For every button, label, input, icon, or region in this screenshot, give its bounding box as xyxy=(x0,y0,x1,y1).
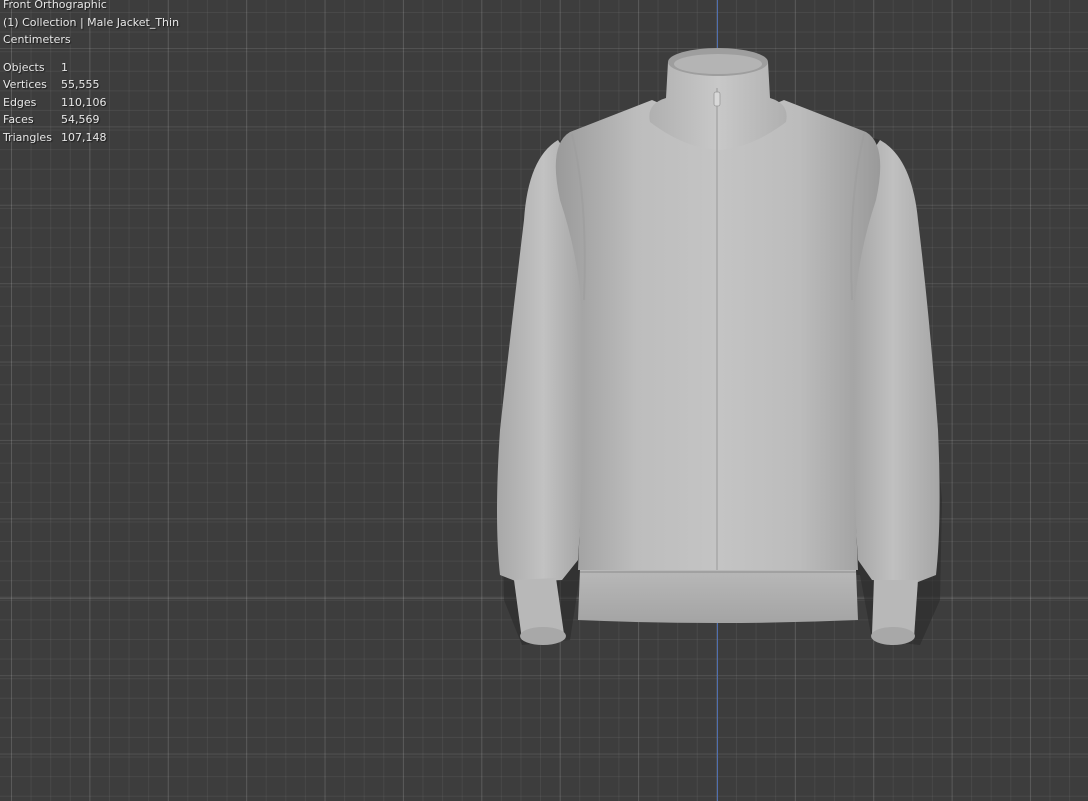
stat-label: Faces xyxy=(3,113,34,126)
view-name: Front Orthographic xyxy=(3,0,107,11)
left-cuff-opening xyxy=(520,627,566,645)
stat-value: 1 xyxy=(61,60,68,74)
stat-value: 54,569 xyxy=(61,113,100,126)
stat-triangles: Triangles 107,148 xyxy=(3,129,179,147)
scene-statistics: Objects 1 Vertices 55,555 Edges 110,106 … xyxy=(3,59,179,147)
stat-objects: Objects 1 xyxy=(3,59,179,77)
stat-label: Edges xyxy=(3,95,37,109)
stat-value: 107,148 xyxy=(61,130,107,144)
unit-system: Centimeters xyxy=(3,33,71,46)
stat-label: Objects xyxy=(3,60,45,74)
jacket-body xyxy=(555,100,881,570)
zipper-pull xyxy=(713,91,721,107)
stat-faces: Faces 54,569 xyxy=(3,111,179,129)
3d-viewport[interactable]: Front Orthographic (1) Collection | Male… xyxy=(0,0,1088,801)
stat-value: 55,555 xyxy=(61,78,100,91)
collection-line: (1) Collection | Male Jacket_Thin xyxy=(3,15,180,29)
stat-vertices: Vertices 55,555 xyxy=(3,76,179,94)
collar-inner xyxy=(674,54,762,74)
stat-label: Vertices xyxy=(3,78,47,91)
stat-value: 110,106 xyxy=(61,95,107,109)
viewport-info-overlay: Front Orthographic (1) Collection | Male… xyxy=(3,0,179,146)
right-cuff-opening xyxy=(871,627,915,645)
stat-edges: Edges 110,106 xyxy=(3,94,179,112)
stat-label: Triangles xyxy=(3,130,52,144)
jacket-hem xyxy=(578,570,858,623)
